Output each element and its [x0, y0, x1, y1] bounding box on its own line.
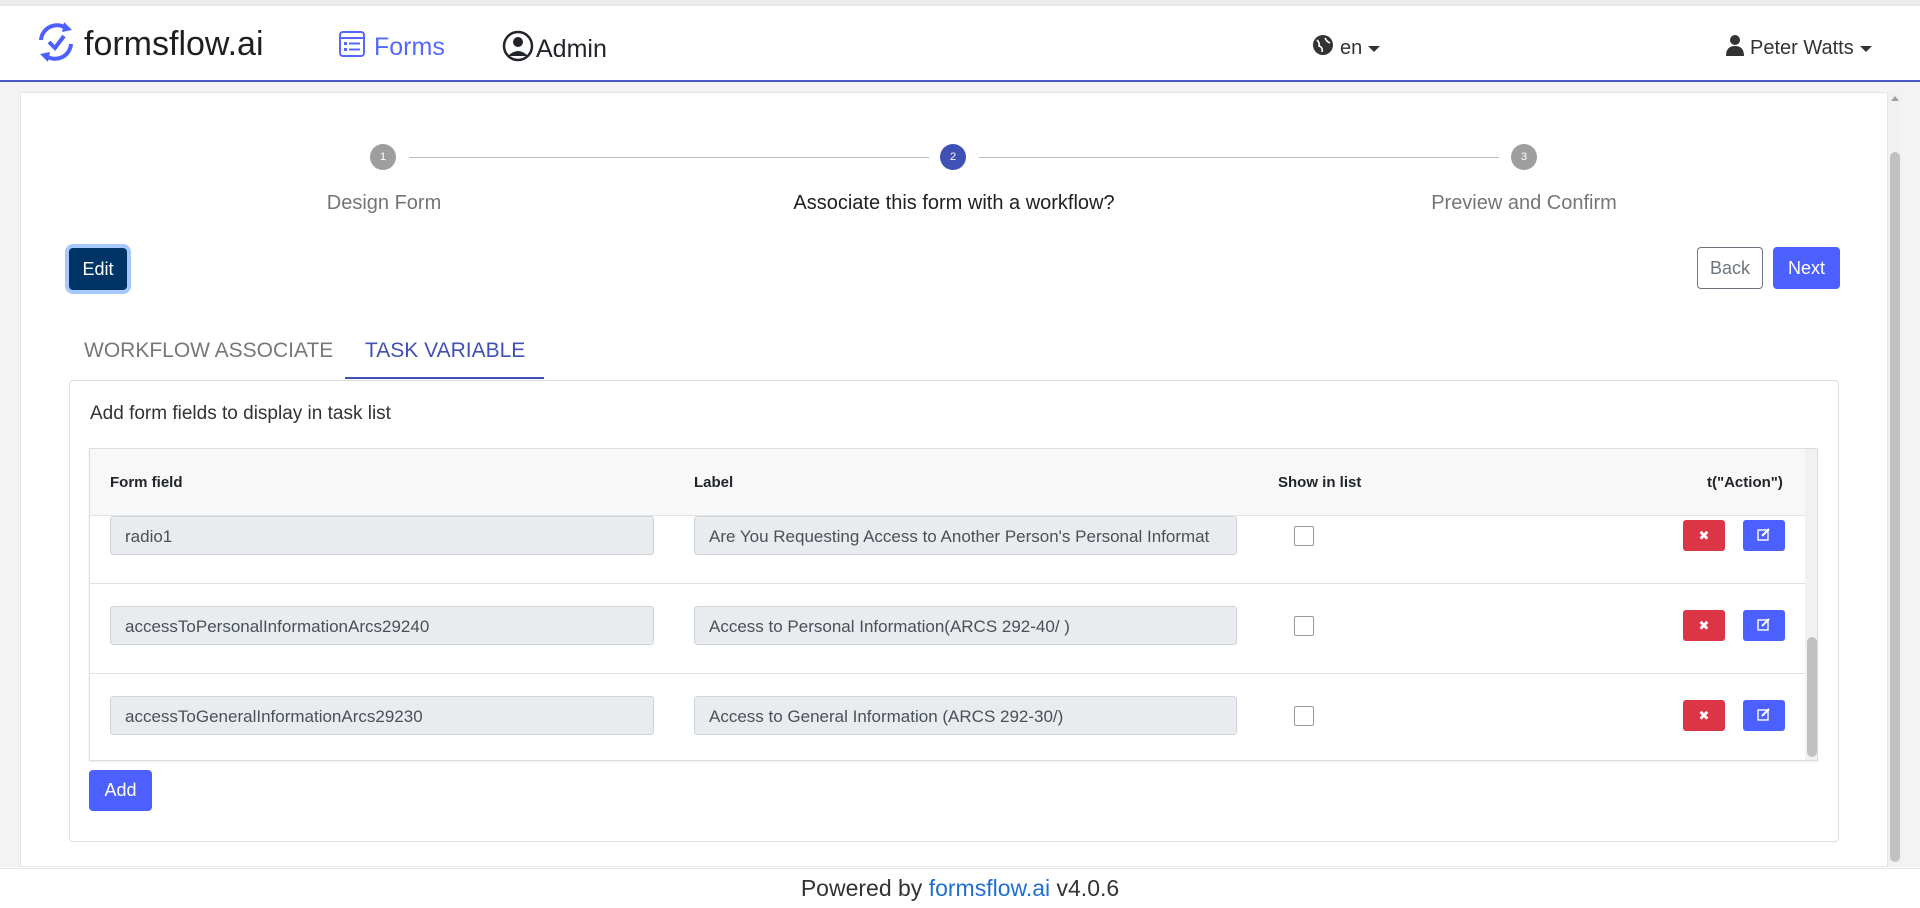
step-3-label: Preview and Confirm	[1431, 192, 1617, 214]
user-name: Peter Watts	[1750, 36, 1854, 59]
list-form-icon	[338, 30, 366, 65]
edit-icon	[1757, 527, 1771, 544]
nav-forms-label: Forms	[374, 33, 445, 61]
label-input[interactable]: Access to Personal Information(ARCS 292-…	[694, 606, 1237, 645]
next-button[interactable]: Next	[1773, 247, 1840, 289]
table-row: radio1 Are You Requesting Access to Anot…	[90, 493, 1805, 584]
header-label: Label	[694, 474, 734, 491]
step-1-label: Design Form	[326, 192, 442, 214]
add-button[interactable]: Add	[89, 770, 152, 811]
panel-title: Add form fields to display in task list	[90, 403, 391, 424]
footer-prefix: Powered by	[800, 875, 929, 901]
step-1-indicator[interactable]: 1	[370, 144, 396, 170]
refresh-check-icon	[36, 20, 76, 69]
user-icon	[1726, 34, 1744, 62]
language-dropdown[interactable]: en	[1312, 34, 1381, 62]
header-form-field: Form field	[110, 474, 183, 491]
edit-button[interactable]: Edit	[69, 248, 127, 290]
nav-admin-label: Admin	[536, 35, 607, 63]
task-variable-table: Form field Label Show in list t("Action"…	[89, 448, 1818, 761]
tab-task-variable[interactable]: TASK VARIABLE	[365, 339, 525, 363]
label-input[interactable]: Are You Requesting Access to Another Per…	[694, 516, 1237, 555]
user-circle-icon	[502, 30, 534, 69]
edit-row-button[interactable]	[1743, 610, 1785, 641]
close-icon: ✖	[1698, 527, 1710, 543]
footer-link[interactable]: formsflow.ai	[929, 875, 1050, 901]
delete-row-button[interactable]: ✖	[1683, 700, 1725, 731]
show-in-list-checkbox[interactable]	[1294, 616, 1314, 636]
page-scroll-thumb[interactable]	[1890, 152, 1900, 862]
table-row: accessToPersonalInformationArcs29240 Acc…	[90, 583, 1805, 674]
edit-row-button[interactable]	[1743, 520, 1785, 551]
form-field-input: accessToPersonalInformationArcs29240	[110, 606, 654, 645]
step-2-label: Associate this form with a workflow?	[793, 192, 1115, 214]
edit-row-button[interactable]	[1743, 700, 1785, 731]
page-scrollbar[interactable]	[1888, 92, 1902, 867]
back-button[interactable]: Back	[1697, 247, 1763, 289]
footer: Powered by formsflow.ai v4.0.6	[0, 868, 1920, 908]
close-icon: ✖	[1698, 707, 1710, 723]
edit-icon	[1757, 707, 1771, 724]
active-tab-indicator	[345, 377, 544, 379]
step-3-indicator[interactable]: 3	[1511, 144, 1537, 170]
show-in-list-checkbox[interactable]	[1294, 526, 1314, 546]
header-show-in-list: Show in list	[1278, 474, 1362, 491]
form-field-input: accessToGeneralInformationArcs29230	[110, 696, 654, 735]
header-action: t("Action")	[1707, 474, 1783, 491]
nav-forms[interactable]: Forms	[338, 30, 445, 65]
chevron-down-icon	[1859, 46, 1872, 52]
language-label: en	[1340, 36, 1363, 59]
table-scrollbar[interactable]	[1805, 449, 1817, 760]
brand[interactable]: formsflow.ai	[36, 20, 264, 69]
edit-icon	[1757, 617, 1771, 634]
close-icon: ✖	[1698, 617, 1710, 633]
globe-icon	[1312, 34, 1334, 62]
delete-row-button[interactable]: ✖	[1683, 520, 1725, 551]
top-navbar: formsflow.ai Forms Admin en Peter Watts	[0, 6, 1920, 82]
step-2-indicator[interactable]: 2	[940, 144, 966, 170]
form-field-input: radio1	[110, 516, 654, 555]
stepper-connector	[979, 157, 1499, 158]
table-scroll-thumb[interactable]	[1807, 637, 1817, 757]
scroll-up-arrow-icon[interactable]	[1891, 96, 1899, 101]
nav-admin[interactable]: Admin	[502, 30, 607, 69]
brand-name: formsflow.ai	[84, 25, 264, 63]
table-row: accessToGeneralInformationArcs29230 Acce…	[90, 673, 1805, 760]
stepper-connector	[409, 157, 929, 158]
show-in-list-checkbox[interactable]	[1294, 706, 1314, 726]
tab-workflow-associate[interactable]: WORKFLOW ASSOCIATE	[84, 339, 333, 363]
footer-version: v4.0.6	[1050, 875, 1120, 901]
delete-row-button[interactable]: ✖	[1683, 610, 1725, 641]
user-menu[interactable]: Peter Watts	[1726, 34, 1872, 62]
chevron-down-icon	[1368, 46, 1381, 52]
label-input[interactable]: Access to General Information (ARCS 292-…	[694, 696, 1237, 735]
